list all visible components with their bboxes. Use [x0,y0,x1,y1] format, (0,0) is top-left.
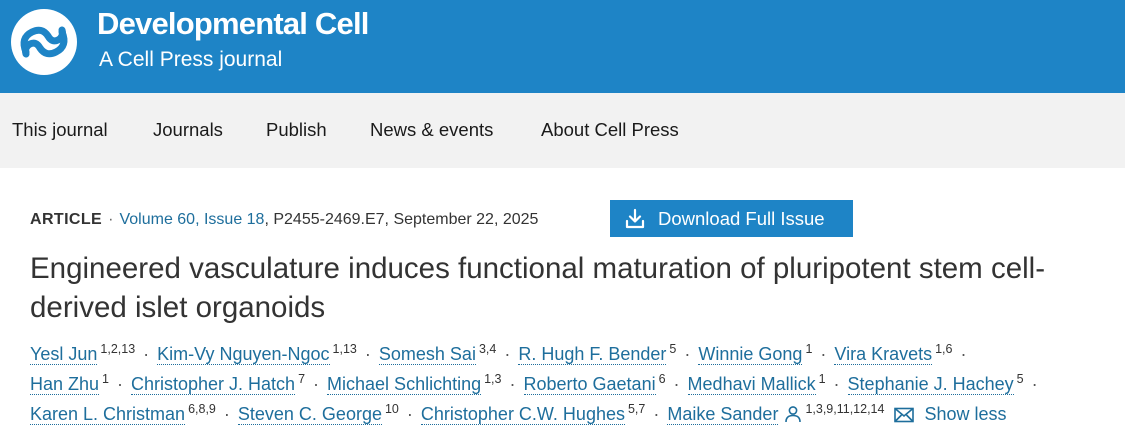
cell-press-logo-icon[interactable] [10,8,78,76]
affiliation: 1,6 [935,342,953,356]
affiliation: 1 [805,342,813,356]
author-separator: · [820,344,827,364]
meta-separator: · [108,211,114,228]
nav-publish[interactable]: Publish [266,119,327,141]
author-link[interactable]: Michael Schlichting [327,374,482,395]
affiliation: 3,4 [478,342,497,356]
author-link[interactable]: R. Hugh F. Bender [518,344,667,365]
email-icon[interactable] [894,407,915,423]
show-less-link[interactable]: Show less [924,404,1006,424]
author-link[interactable]: Roberto Gaetani [523,374,656,395]
journal-title[interactable]: Developmental Cell [97,6,369,42]
author-separator: · [504,344,511,364]
journal-subtitle: A Cell Press journal [99,48,283,71]
author-list: Yesl Jun 1,2,13 · Kim-Vy Nguyen-Ngoc 1,13 · So… [30,339,1120,429]
author-separator: · [673,374,680,394]
affiliation: 5 [669,342,677,356]
author-link[interactable]: Medhavi Mallick [687,374,816,395]
author-link[interactable]: Maike Sander [667,404,779,425]
author-separator: · [509,374,516,394]
affiliation: 1 [102,372,109,386]
affiliation: 5 [1016,372,1024,386]
author-link[interactable]: Winnie Gong [698,344,803,365]
affiliation: 5,7 [627,402,646,416]
author-separator: · [960,344,967,364]
nav-about-cell-press[interactable]: About Cell Press [541,119,679,141]
author-separator: · [684,344,691,364]
affiliation: 7 [298,372,306,386]
volume-issue-link[interactable]: Volume 60, Issue 18 [119,211,264,228]
author-separator: · [313,374,320,394]
author-link[interactable]: Stephanie J. Hachey [847,374,1014,395]
affiliation: 6,8,9 [188,402,216,416]
author-separator: · [117,374,123,394]
download-icon [625,208,645,229]
author-line: Yesl Jun 1,2,13 · Kim-Vy Nguyen-Ngoc 1,13 · So… [30,339,1120,369]
affiliation: 1,2,13 [100,342,136,356]
affiliation: 10 [384,402,399,416]
author-link[interactable]: Christopher C.W. Hughes [420,404,625,425]
author-line: Han Zhu 1 · Christopher J. Hatch 7 · Michael S… [30,369,1120,399]
affiliation: 1,3 [484,372,502,386]
author-separator: · [406,404,413,424]
author-link[interactable]: Han Zhu [30,374,100,395]
person-icon[interactable] [784,405,802,423]
author-link[interactable]: Vira Kravets [834,344,933,365]
nav-journals[interactable]: Journals [153,119,223,141]
affiliation: 1 [818,372,826,386]
author-link[interactable]: Kim-Vy Nguyen-Ngoc [157,344,330,365]
author-link[interactable]: Karen L. Christman [30,404,186,425]
article-title: Engineered vasculature induces functiona… [30,252,1046,324]
author-separator: · [833,374,840,394]
affiliation: 1,13 [332,342,357,356]
author-separator: · [223,404,230,424]
download-full-issue-button[interactable]: Download Full Issue [610,200,853,237]
affiliation: 6 [658,372,666,386]
pages-date: , P2455-2469.E7, September 22, 2025 [264,211,539,228]
download-label: Download Full Issue [658,208,825,229]
author-link[interactable]: Somesh Sai [378,344,476,365]
article-meta: ARTICLE · Volume 60, Issue 18, P2455-2469.… [30,211,538,229]
affiliation: 1,3,9,11,12,14 [805,402,885,416]
author-separator: · [143,344,150,364]
author-link[interactable]: Christopher J. Hatch [131,374,296,395]
author-separator: · [364,344,371,364]
article-type: ARTICLE [30,211,103,228]
author-separator: · [1031,374,1038,394]
main-nav: This journal Journals Publish News & eve… [0,93,1125,168]
nav-news-events[interactable]: News & events [370,119,493,141]
journal-banner: Developmental Cell A Cell Press journal [0,0,1125,93]
author-link[interactable]: Yesl Jun [30,344,98,365]
author-separator: · [653,404,660,424]
author-line: Karen L. Christman 6,8,9 · Steven C. George… [30,399,1120,429]
nav-this-journal[interactable]: This journal [12,119,108,141]
author-link[interactable]: Steven C. George [237,404,382,425]
